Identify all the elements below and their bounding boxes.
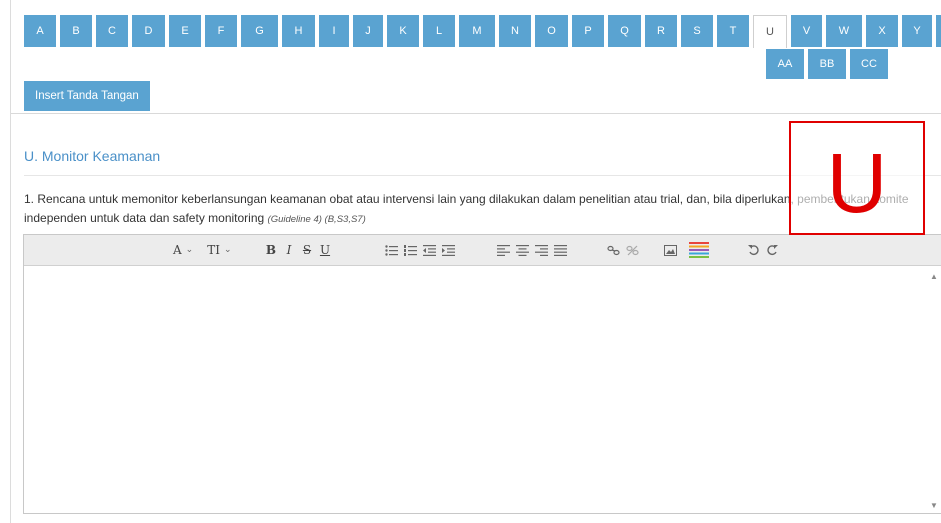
image-button[interactable] xyxy=(661,240,680,260)
align-right-button[interactable] xyxy=(532,240,551,260)
style-group: B I S U xyxy=(262,240,334,260)
outdent-button[interactable] xyxy=(420,240,439,260)
tab-v[interactable]: V xyxy=(791,15,822,47)
underline-button[interactable]: U xyxy=(316,240,334,260)
redo-button[interactable] xyxy=(763,240,781,260)
font-icon: A xyxy=(173,243,182,257)
font-group: A ⌄ TI ⌄ xyxy=(170,240,235,260)
tab-b[interactable]: B xyxy=(60,15,92,47)
numbered-list-icon xyxy=(404,244,417,256)
font-size-icon: TI xyxy=(207,243,220,257)
link-button[interactable] xyxy=(604,240,623,260)
tab-p[interactable]: P xyxy=(572,15,604,47)
undo-button[interactable] xyxy=(745,240,763,260)
list-group xyxy=(382,240,458,260)
insert-signature-button[interactable]: Insert Tanda Tangan xyxy=(24,81,150,111)
image-icon xyxy=(664,244,677,256)
tab-n[interactable]: N xyxy=(499,15,531,47)
font-size-dropdown[interactable]: TI ⌄ xyxy=(204,240,234,260)
rich-text-editor: A ⌄ TI ⌄ B I S U ▲ ▼ xyxy=(23,234,941,514)
tabs-area: ABCDEFGHIJKLMNOPQRSTUVWXYZ AABBCC Insert… xyxy=(11,0,941,114)
indent-button[interactable] xyxy=(439,240,458,260)
tab-h[interactable]: H xyxy=(282,15,315,47)
tab-t[interactable]: T xyxy=(717,15,749,47)
justify-icon xyxy=(554,244,567,256)
tab-c[interactable]: C xyxy=(96,15,128,47)
link-group xyxy=(604,240,642,260)
editor-scrollbar[interactable]: ▲ ▼ xyxy=(927,266,941,514)
tab-cc[interactable]: CC xyxy=(850,49,888,79)
tab-m[interactable]: M xyxy=(459,15,495,47)
align-center-icon xyxy=(516,244,529,256)
tab-aa[interactable]: AA xyxy=(766,49,804,79)
color-palette-icon xyxy=(689,242,709,258)
bullet-list-icon xyxy=(385,244,398,256)
font-family-dropdown[interactable]: A ⌄ xyxy=(170,240,196,260)
redo-icon xyxy=(767,245,778,256)
tab-bb[interactable]: BB xyxy=(808,49,846,79)
tab-s[interactable]: S xyxy=(681,15,713,47)
scroll-down-arrow-icon[interactable]: ▼ xyxy=(930,501,938,510)
unlink-icon xyxy=(626,245,639,255)
tab-g[interactable]: G xyxy=(241,15,278,47)
scroll-up-arrow-icon[interactable]: ▲ xyxy=(930,272,938,281)
justify-button[interactable] xyxy=(551,240,570,260)
tab-d[interactable]: D xyxy=(132,15,165,47)
tabs-row-secondary: AA BB CC xyxy=(766,49,892,79)
bullet-list-button[interactable] xyxy=(382,240,401,260)
tab-r[interactable]: R xyxy=(645,15,677,47)
align-left-button[interactable] xyxy=(494,240,513,260)
tab-highlight-overlay: U xyxy=(789,121,925,235)
italic-button[interactable]: I xyxy=(280,240,298,260)
form-panel: ABCDEFGHIJKLMNOPQRSTUVWXYZ AABBCC Insert… xyxy=(10,0,941,523)
tab-a[interactable]: A xyxy=(24,15,56,47)
align-left-icon xyxy=(497,244,510,256)
link-icon xyxy=(607,245,620,255)
tab-z[interactable]: Z xyxy=(936,15,941,47)
tab-w[interactable]: W xyxy=(826,15,862,47)
numbered-list-button[interactable] xyxy=(401,240,420,260)
chevron-down-icon: ⌄ xyxy=(185,245,194,255)
tab-x[interactable]: X xyxy=(866,15,898,47)
align-right-icon xyxy=(535,244,548,256)
tab-o[interactable]: O xyxy=(535,15,568,47)
tab-e[interactable]: E xyxy=(169,15,201,47)
tab-i[interactable]: I xyxy=(319,15,349,47)
tabs-row: ABCDEFGHIJKLMNOPQRSTUVWXYZ xyxy=(24,15,941,48)
align-center-button[interactable] xyxy=(513,240,532,260)
indent-icon xyxy=(442,244,455,256)
tab-u[interactable]: U xyxy=(753,15,787,48)
tab-k[interactable]: K xyxy=(387,15,419,47)
overlay-letter: U xyxy=(826,136,888,230)
editor-toolbar: A ⌄ TI ⌄ B I S U xyxy=(24,235,941,266)
media-group xyxy=(661,240,712,260)
undo-icon xyxy=(748,245,759,256)
outdent-icon xyxy=(423,244,436,256)
tab-q[interactable]: Q xyxy=(608,15,641,47)
tab-j[interactable]: J xyxy=(353,15,383,47)
tab-f[interactable]: F xyxy=(205,15,237,47)
section-title: U. Monitor Keamanan xyxy=(24,148,161,164)
history-group xyxy=(745,240,781,260)
editor-text-area[interactable] xyxy=(24,266,941,514)
align-group xyxy=(494,240,570,260)
question-label: 1. Rencana untuk memonitor keberlansunga… xyxy=(24,192,909,225)
text-color-button[interactable] xyxy=(686,240,712,260)
tab-y[interactable]: Y xyxy=(902,15,932,47)
chevron-down-icon: ⌄ xyxy=(223,245,232,255)
tab-l[interactable]: L xyxy=(423,15,455,47)
unlink-button[interactable] xyxy=(623,240,642,260)
bold-button[interactable]: B xyxy=(262,240,280,260)
strikethrough-button[interactable]: S xyxy=(298,240,316,260)
guideline-reference: (Guideline 4) (B,S3,S7) xyxy=(267,214,366,225)
